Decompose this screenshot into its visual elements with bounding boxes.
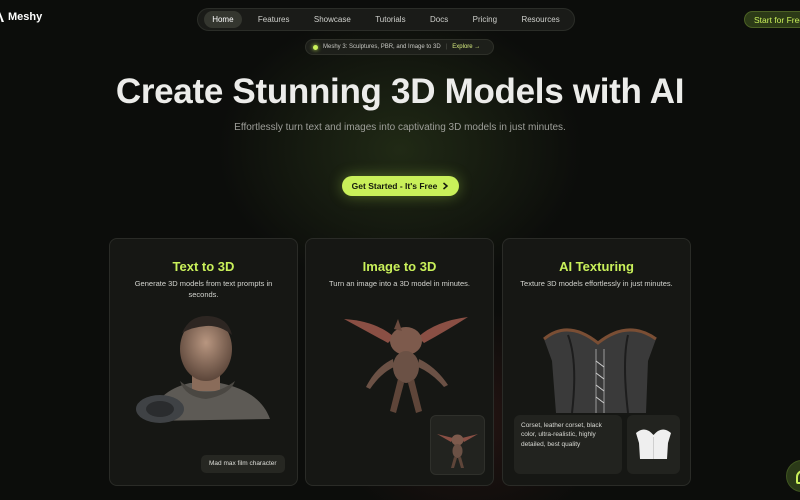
main-nav: Home Features Showcase Tutorials Docs Pr… bbox=[197, 8, 575, 31]
leather-corset-image bbox=[543, 328, 657, 414]
meshy-logo-icon bbox=[0, 12, 4, 22]
nav-pricing[interactable]: Pricing bbox=[465, 11, 505, 28]
card-title: Text to 3D bbox=[172, 259, 235, 274]
nav-features[interactable]: Features bbox=[250, 11, 298, 28]
nav-tutorials[interactable]: Tutorials bbox=[367, 11, 413, 28]
goblin-model-image bbox=[344, 317, 468, 413]
card-ai-texturing[interactable]: AI Texturing Texture 3D models effortles… bbox=[502, 238, 691, 486]
card-title: Image to 3D bbox=[362, 259, 437, 274]
get-started-button[interactable]: Get Started - It's Free bbox=[342, 176, 459, 196]
card-title: AI Texturing bbox=[559, 259, 634, 274]
white-corset-image bbox=[636, 429, 671, 459]
announcement-separator: | bbox=[445, 44, 448, 50]
nav-docs[interactable]: Docs bbox=[422, 11, 456, 28]
card-description: Turn an image into a 3D model in minutes… bbox=[328, 279, 471, 288]
hero-title: Create Stunning 3D Models with AI bbox=[115, 72, 685, 111]
hero-subtitle: Effortlessly turn text and images into c… bbox=[234, 122, 566, 133]
goblin-thumbnail-image bbox=[437, 434, 478, 468]
logo[interactable]: Meshy bbox=[0, 11, 42, 23]
card-text-to-3d[interactable]: Text to 3D Generate 3D models from text … bbox=[109, 238, 298, 486]
card-image-to-3d[interactable]: Image to 3D Turn an image into a 3D mode… bbox=[305, 238, 494, 486]
explore-link[interactable]: Explore → bbox=[452, 44, 480, 50]
status-dot-icon bbox=[313, 44, 318, 50]
warrior-bust-image bbox=[136, 315, 270, 423]
nav-showcase[interactable]: Showcase bbox=[306, 11, 359, 28]
get-started-label: Get Started - It's Free bbox=[351, 181, 438, 191]
texture-prompt-box: Corset, leather corset, black color, ult… bbox=[514, 415, 622, 474]
brand-name: Meshy bbox=[8, 11, 43, 23]
reference-image-thumbnail[interactable] bbox=[430, 415, 485, 475]
nav-home[interactable]: Home bbox=[204, 11, 242, 28]
card-description: Texture 3D models effortlessly in just m… bbox=[520, 279, 673, 288]
prompt-caption: Mad max film character bbox=[201, 455, 285, 473]
announcement-text: Meshy 3: Sculptures, PBR, and Image to 3… bbox=[323, 44, 441, 50]
chevron-right-icon bbox=[443, 182, 449, 190]
texture-result-thumbnail[interactable] bbox=[627, 415, 680, 474]
nav-resources[interactable]: Resources bbox=[513, 11, 567, 28]
start-for-free-button[interactable]: Start for Free bbox=[744, 11, 800, 28]
card-description: Generate 3D models from text prompts in … bbox=[134, 279, 273, 299]
chat-icon bbox=[796, 470, 800, 484]
announcement-pill[interactable]: Meshy 3: Sculptures, PBR, and Image to 3… bbox=[305, 39, 494, 55]
